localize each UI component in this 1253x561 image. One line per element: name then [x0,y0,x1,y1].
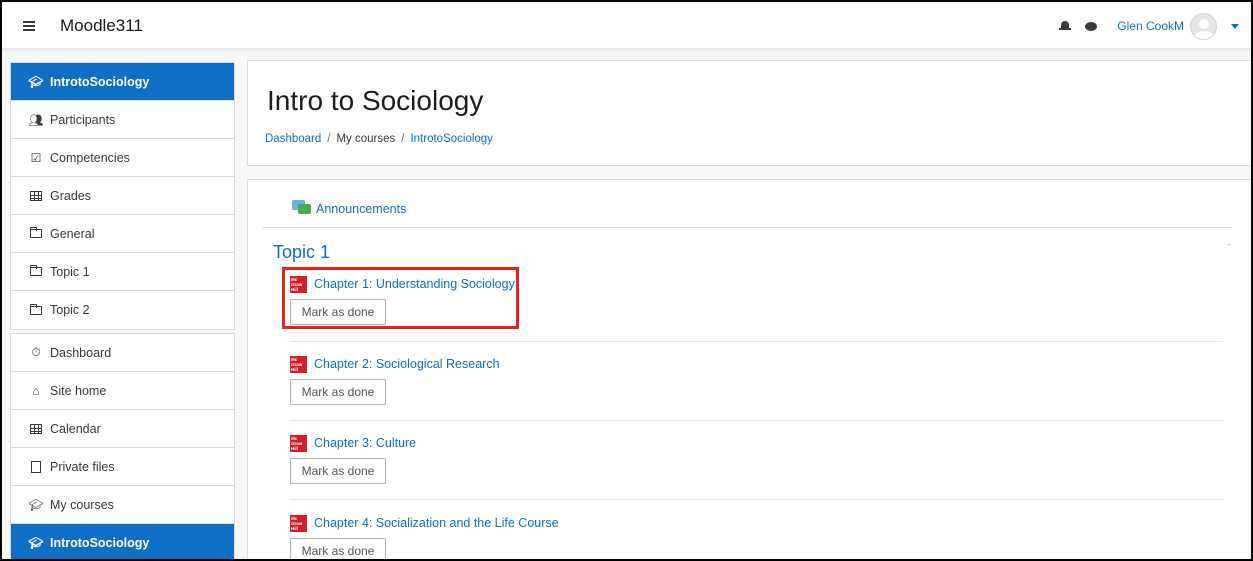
activity-link[interactable]: Chapter 2: Sociological Research [314,357,500,371]
moodle-window: Moodle311 Glen CookM 🎓︎ IntrotoSociology… [0,0,1253,561]
mcgraw-hill-logo-icon: Mc Graw Hill [290,514,307,532]
sidebar-item-label: Private files [50,459,115,474]
sidebar-item-site-home[interactable]: ⌂ Site home [11,372,234,410]
sidebar-item-label: Grades [50,188,91,203]
activity-link[interactable]: Chapter 3: Culture [314,436,416,450]
sidebar-item-calendar[interactable]: Calendar [11,410,234,448]
check-square-icon: ☑ [30,150,42,165]
sidebar-item-competencies[interactable]: ☑ Competencies [11,139,234,177]
mcgraw-hill-logo-icon: Mc Graw Hill [290,355,307,373]
breadcrumb-course[interactable]: IntrotoSociology [410,133,492,145]
sidebar-item-label: IntrotoSociology [50,74,150,89]
bell-icon[interactable] [1059,20,1072,32]
tachometer-icon: ⏱︎ [31,345,41,359]
hamburger-icon [23,21,35,31]
table-icon [28,190,44,201]
site-brand[interactable]: Moodle311 [60,16,143,36]
users-icon: 👥︎ [28,112,44,127]
top-navbar: Moodle311 Glen CookM [2,2,1251,49]
breadcrumb-my-courses[interactable]: My courses [336,133,395,145]
home-icon: ⌂ [32,383,40,398]
announcements-link[interactable]: Announcements [316,202,406,216]
sidebar-item-label: My courses [50,497,114,512]
sidebar-item-dashboard[interactable]: ⏱︎ Dashboard [11,334,234,372]
graduation-cap-icon: 🎓︎ [28,536,44,550]
user-name-link[interactable]: Glen CookM [1117,19,1184,33]
avatar[interactable] [1190,12,1217,40]
activity-title-row: Mc Graw Hill Chapter 1: Understanding So… [290,275,515,293]
section-title[interactable]: Topic 1 [273,242,330,263]
activity-chapter-3: Mc Graw Hill Chapter 3: Culture Mark as … [290,434,416,484]
hamburger-menu-button[interactable] [16,13,42,39]
graduation-cap-icon: 🎓︎ [28,74,44,89]
sidebar-item-general[interactable]: General [11,215,234,253]
activity-chapter-1: Mc Graw Hill Chapter 1: Understanding So… [290,275,515,325]
sidebar-item-participants[interactable]: 👥︎ Participants [11,101,234,139]
message-icon[interactable] [1085,21,1098,31]
sidebar-item-my-courses[interactable]: 🎓︎ My courses [11,486,234,524]
folder-icon [28,265,44,276]
section-divider [262,227,1232,228]
activity-title-row: Mc Graw Hill Chapter 3: Culture [290,434,416,452]
folder-icon [28,227,44,238]
sidebar-item-label: Topic 2 [50,303,90,317]
sidebar-item-introtosociology-course[interactable]: 🎓︎ IntrotoSociology [11,524,234,559]
folder-icon [28,303,44,315]
sidebar-item-grades[interactable]: Grades [11,177,234,215]
site-nav-group: ⏱︎ Dashboard ⌂ Site home Calendar Privat… [10,333,235,559]
sidebar-item-label: Participants [50,112,116,127]
breadcrumb: Dashboard / My courses / IntrotoSociology [265,133,493,145]
sidebar-item-label: Site home [50,383,107,398]
mcgraw-hill-logo-icon: Mc Graw Hill [290,275,307,293]
mark-as-done-button[interactable]: Mark as done [290,538,386,559]
breadcrumb-separator: / [401,133,405,145]
activity-link[interactable]: Chapter 1: Understanding Sociology [314,277,515,291]
activity-chapter-2: Mc Graw Hill Chapter 2: Sociological Res… [290,355,500,405]
breadcrumb-dashboard[interactable]: Dashboard [265,133,321,145]
calendar-icon [28,423,44,434]
activity-link[interactable]: Chapter 4: Socialization and the Life Co… [314,516,559,530]
activity-divider [290,499,1223,500]
sidebar-item-topic-1[interactable]: Topic 1 [11,253,234,291]
activity-title-row: Mc Graw Hill Chapter 4: Socialization an… [290,514,559,532]
course-nav-group: 🎓︎ IntrotoSociology 👥︎ Participants ☑ Co… [10,62,235,330]
sidebar-item-introtosociology[interactable]: 🎓︎ IntrotoSociology [11,63,234,101]
sidebar-item-label: Competencies [50,150,130,165]
announcements-activity: Announcements [292,198,406,216]
user-menu-area: Glen CookM [1059,12,1239,40]
section-marker [1227,244,1231,245]
sidebar-item-private-files[interactable]: Private files [11,448,234,486]
activity-divider [290,341,1223,342]
sidebar-item-label: IntrotoSociology [50,536,150,550]
activity-divider [290,420,1223,421]
nav-drawer: 🎓︎ IntrotoSociology 👥︎ Participants ☑ Co… [10,62,235,559]
sidebar-item-label: General [50,226,95,241]
sidebar-item-topic-2[interactable]: Topic 2 [11,291,234,329]
course-content: Announcements Topic 1 Mc Graw Hill Chapt… [247,179,1251,559]
activity-title-row: Mc Graw Hill Chapter 2: Sociological Res… [290,355,500,373]
file-icon [28,460,44,473]
mcgraw-hill-logo-icon: Mc Graw Hill [290,434,307,452]
mark-as-done-button[interactable]: Mark as done [290,379,386,405]
graduation-cap-icon: 🎓︎ [28,497,44,512]
forum-icon [292,199,312,215]
mark-as-done-button[interactable]: Mark as done [290,299,386,325]
sidebar-item-label: Topic 1 [50,264,90,279]
sidebar-item-label: Dashboard [50,345,112,360]
sidebar-item-label: Calendar [50,421,101,436]
activity-chapter-4: Mc Graw Hill Chapter 4: Socialization an… [290,514,559,559]
chevron-down-icon[interactable] [1231,23,1239,29]
page-title: Intro to Sociology [267,85,484,116]
breadcrumb-separator: / [327,133,331,145]
page-header: Intro to Sociology Dashboard / My courses /… [247,60,1251,166]
mark-as-done-button[interactable]: Mark as done [290,458,386,484]
